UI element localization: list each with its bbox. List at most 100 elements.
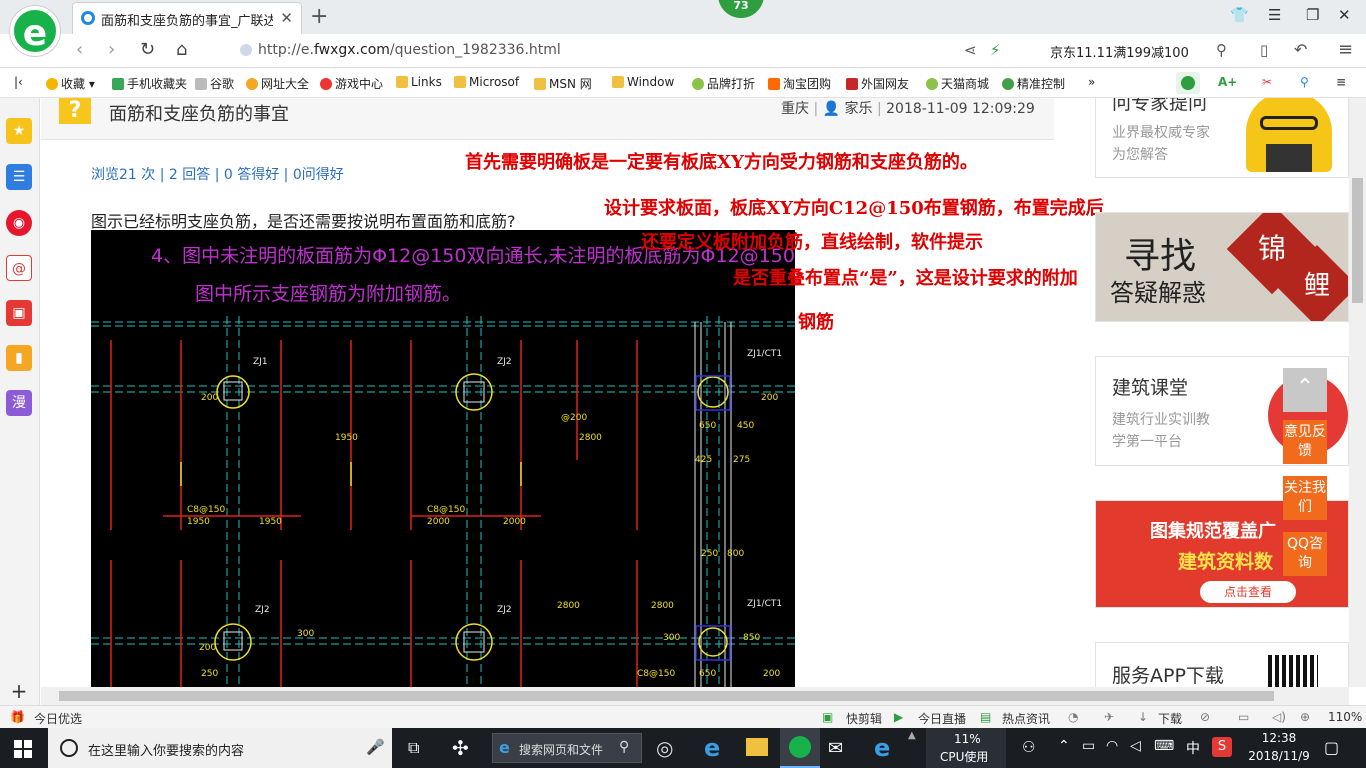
wifi-icon[interactable]: ◠ bbox=[1106, 738, 1118, 754]
mail-icon[interactable]: @ bbox=[6, 255, 32, 281]
network-icon[interactable]: ▭ bbox=[1082, 738, 1095, 754]
clean-icon[interactable]: ⊘ bbox=[1200, 710, 1210, 724]
sogou-ime-icon[interactable]: S bbox=[1212, 737, 1232, 757]
ime-indicator[interactable]: 中 bbox=[1186, 738, 1200, 758]
bookmark-item[interactable]: MSN 网 bbox=[534, 75, 592, 92]
web-search-box[interactable]: e 搜索网页和文件 ⚲ bbox=[492, 733, 642, 763]
ad2-button[interactable]: 点击查看 bbox=[1200, 581, 1296, 603]
bookmark-item[interactable]: 谷歌 bbox=[195, 75, 234, 92]
extension-menu-icon[interactable]: ≡ bbox=[1336, 75, 1346, 89]
horizontal-scroll-thumb[interactable] bbox=[59, 691, 1274, 701]
vertical-scroll-thumb[interactable] bbox=[1352, 178, 1363, 303]
search-promo[interactable]: 京东11.11满199减100 bbox=[1050, 42, 1189, 61]
people-icon[interactable]: ⚇ bbox=[1022, 738, 1035, 756]
pin-icon[interactable]: ✈ bbox=[1104, 710, 1114, 724]
taskbar-scroll-icon[interactable]: ▲ bbox=[908, 730, 916, 741]
bookmark-item[interactable]: 精准控制 bbox=[1002, 75, 1065, 92]
notification-badge[interactable]: 73 bbox=[718, 0, 764, 18]
volume-icon[interactable]: ◁) bbox=[1272, 710, 1286, 724]
bookmark-item[interactable]: 外国网友 bbox=[846, 75, 909, 92]
status-item[interactable]: 下载 bbox=[1158, 710, 1182, 727]
zoom-level[interactable]: 110% bbox=[1328, 710, 1362, 724]
phone-icon[interactable]: ▯ bbox=[1260, 41, 1268, 59]
news-list-icon[interactable]: ☰ bbox=[6, 164, 32, 190]
edge-icon[interactable]: e bbox=[874, 734, 890, 762]
weibo-icon[interactable]: ◉ bbox=[6, 210, 32, 236]
window-icon[interactable]: ▭ bbox=[1238, 710, 1249, 724]
notification-center-icon[interactable]: ▢ bbox=[1324, 738, 1339, 757]
bookmark-item[interactable]: Microsof bbox=[454, 75, 519, 89]
undo-icon[interactable]: ↶ bbox=[1294, 40, 1307, 59]
fan-app-icon[interactable]: ✣ bbox=[452, 736, 469, 760]
forward-button[interactable]: › bbox=[108, 39, 115, 60]
collapse-sidebar-icon[interactable]: |‹ bbox=[14, 75, 23, 89]
menu-icon[interactable]: ☰ bbox=[1268, 6, 1281, 24]
speed-icon[interactable]: ◔ bbox=[1068, 710, 1078, 724]
bookmark-item[interactable]: 网址大全 bbox=[246, 75, 309, 92]
ask-expert-card[interactable]: 问专家提问 业界最权威专家 为您解答 bbox=[1095, 98, 1349, 178]
ie-icon[interactable]: e bbox=[704, 734, 720, 762]
microphone-icon[interactable]: 🎤 bbox=[366, 738, 385, 756]
bookmark-item[interactable]: 淘宝团购 bbox=[768, 75, 831, 92]
ad-banner-koi[interactable]: 寻找 答疑解惑 锦 鲤 bbox=[1095, 212, 1349, 322]
status-item[interactable]: 快剪辑 bbox=[846, 710, 882, 727]
bookmark-item[interactable]: Window bbox=[612, 75, 674, 89]
skin-shirt-icon[interactable]: 👕 bbox=[1230, 6, 1249, 24]
more-icon[interactable]: ≡ bbox=[1338, 39, 1353, 60]
web-search-icon[interactable]: ⚲ bbox=[619, 739, 629, 755]
back-button[interactable]: ‹ bbox=[76, 39, 83, 60]
location[interactable]: 重庆 bbox=[781, 101, 809, 117]
username[interactable]: 家乐 bbox=[845, 101, 873, 117]
follow-button[interactable]: 关注我们 bbox=[1283, 476, 1327, 520]
notebook-icon[interactable]: ▮ bbox=[6, 345, 32, 371]
app-download-card[interactable]: 服务APP下载 bbox=[1095, 642, 1349, 687]
address-bar[interactable]: http://e.fwxgx.com/question_1982336.html bbox=[236, 38, 1036, 64]
reload-button[interactable]: ↻ bbox=[140, 39, 155, 60]
file-explorer-icon[interactable] bbox=[746, 738, 768, 756]
more-bookmarks-icon[interactable]: » bbox=[1088, 75, 1095, 89]
scissors-icon[interactable]: ✂ bbox=[1262, 75, 1272, 89]
clock-time[interactable]: 12:38 bbox=[1250, 731, 1308, 745]
feedback-button[interactable]: 意见反馈 bbox=[1283, 420, 1327, 464]
yuan-extension-icon[interactable] bbox=[1176, 72, 1200, 94]
answers-count[interactable]: 2 回答 bbox=[169, 167, 210, 183]
task-view-icon[interactable]: ⧉ bbox=[408, 738, 419, 758]
bookmark-item[interactable]: 手机收藏夹 bbox=[112, 75, 187, 92]
new-tab-button[interactable]: + bbox=[310, 4, 328, 29]
home-button[interactable]: ⌂ bbox=[176, 39, 187, 60]
mail-taskbar-icon[interactable]: ✉ bbox=[828, 738, 843, 759]
status-item[interactable]: 今日直播 bbox=[918, 710, 966, 727]
horizontal-scrollbar[interactable] bbox=[41, 687, 1349, 705]
favorites-star-icon[interactable]: ★ bbox=[6, 118, 32, 144]
cpu-meter[interactable]: 11% CPU使用 bbox=[926, 728, 1006, 768]
back-to-top-icon[interactable]: ⌃ bbox=[1283, 368, 1327, 412]
qq-consult-button[interactable]: QQ咨询 bbox=[1283, 532, 1327, 576]
restore-icon[interactable]: ❐ bbox=[1306, 6, 1319, 24]
status-item[interactable]: 热点资讯 bbox=[1002, 710, 1050, 727]
lightning-icon[interactable]: ⚡ bbox=[990, 41, 1001, 59]
search-extension-icon[interactable]: ⚲ bbox=[1300, 75, 1309, 89]
app-spiral-icon[interactable]: ◎ bbox=[656, 736, 673, 760]
search-icon[interactable]: ⚲ bbox=[1216, 41, 1227, 59]
bookmark-item[interactable]: 天猫商城 bbox=[926, 75, 989, 92]
bookmark-item[interactable]: Links bbox=[396, 75, 442, 89]
bookmark-item[interactable]: 游戏中心 bbox=[320, 75, 383, 92]
translate-extension-icon[interactable]: A+ bbox=[1218, 75, 1237, 89]
vertical-scrollbar[interactable] bbox=[1349, 98, 1366, 687]
keyboard-icon[interactable]: ⌨ bbox=[1154, 738, 1174, 754]
windows-start-icon[interactable] bbox=[14, 740, 32, 758]
clock-date[interactable]: 2018/11/9 bbox=[1244, 749, 1314, 763]
game-controller-icon[interactable]: ▣ bbox=[6, 300, 32, 326]
today-picks[interactable]: 今日优选 bbox=[34, 710, 82, 727]
tray-up-icon[interactable]: ⌃ bbox=[1058, 738, 1070, 754]
tab-close-icon[interactable]: ✕ bbox=[280, 9, 293, 27]
bookmark-item[interactable]: 品牌打折 bbox=[692, 75, 755, 92]
speaker-icon[interactable]: ◁ bbox=[1130, 738, 1141, 754]
tab-active[interactable]: 面筋和支座负筋的事宜_广联达服 ✕ bbox=[72, 2, 302, 34]
bookmark-item[interactable]: 收藏 ▾ bbox=[46, 75, 95, 92]
share-icon[interactable]: ⋖ bbox=[964, 41, 977, 59]
taskbar-search-box[interactable]: 在这里输入你要搜索的内容 🎤 bbox=[48, 728, 392, 768]
browser-taskbar-button[interactable] bbox=[780, 728, 820, 768]
close-window-icon[interactable]: ✕ bbox=[1338, 6, 1351, 24]
comic-icon[interactable]: 漫 bbox=[6, 390, 32, 416]
